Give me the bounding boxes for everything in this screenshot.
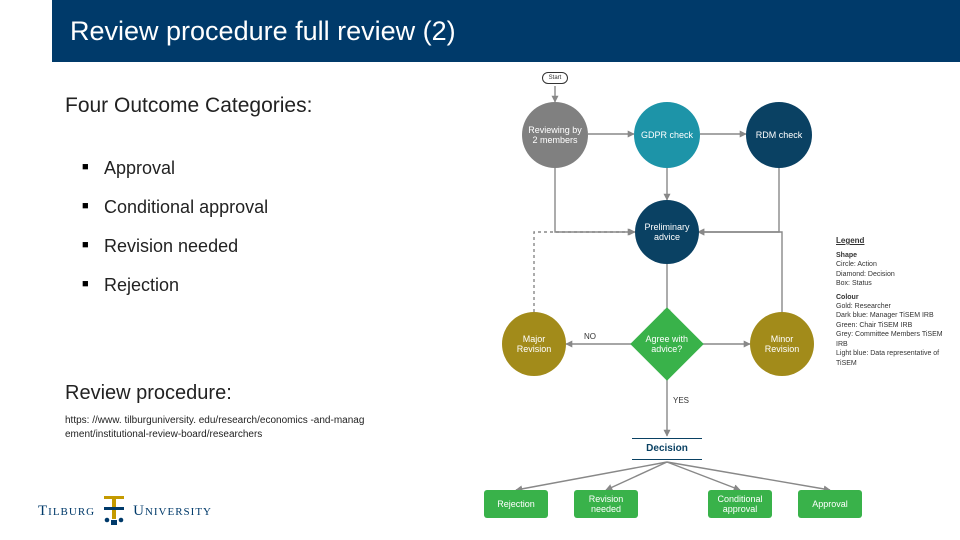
no-label: NO xyxy=(584,332,596,341)
outcome-revision: Revision needed xyxy=(574,490,638,518)
subtitle: Four Outcome Categories: xyxy=(65,94,312,118)
reviewing-node: Reviewing by 2 members xyxy=(522,102,588,168)
bullet-item: Revision needed xyxy=(82,236,268,257)
outcome-conditional: Conditional approval xyxy=(708,490,772,518)
outcome-approval: Approval xyxy=(798,490,862,518)
minor-revision-node: Minor Revision xyxy=(750,312,814,376)
yes-label: YES xyxy=(673,396,689,405)
decision-node: Decision xyxy=(632,438,702,460)
legend-shape-item: Diamond: Decision xyxy=(836,270,946,279)
legend-title: Legend xyxy=(836,236,946,247)
legend-colour-heading: Colour xyxy=(836,293,946,302)
logo-left-word: Tilburg xyxy=(38,503,95,520)
gdpr-node: GDPR check xyxy=(634,102,700,168)
slide-title: Review procedure full review (2) xyxy=(70,16,456,47)
logo-right-word: University xyxy=(133,503,212,520)
major-revision-node: Major Revision xyxy=(502,312,566,376)
title-bar: Review procedure full review (2) xyxy=(0,0,960,62)
agree-decision-node: Agree with advice? xyxy=(630,307,704,381)
university-logo: Tilburg University xyxy=(38,496,212,526)
slide: Review procedure full review (2) Four Ou… xyxy=(0,0,960,540)
bullet-list: Approval Conditional approval Revision n… xyxy=(82,158,268,314)
legend-shape-heading: Shape xyxy=(836,251,946,260)
legend-colour-item: Grey: Committee Members TiSEM IRB xyxy=(836,330,946,349)
crest-icon xyxy=(101,496,127,526)
legend-shape-item: Box: Status xyxy=(836,279,946,288)
bullet-item: Approval xyxy=(82,158,268,179)
legend-colour-item: Gold: Researcher xyxy=(836,302,946,311)
legend-colour-item: Dark blue: Manager TiSEM IRB xyxy=(836,311,946,320)
legend-shape-item: Circle: Action xyxy=(836,260,946,269)
rdm-node: RDM check xyxy=(746,102,812,168)
legend-colour-item: Green: Chair TiSEM IRB xyxy=(836,321,946,330)
bullet-item: Conditional approval xyxy=(82,197,268,218)
legend-colour-item: Light blue: Data representative of TiSEM xyxy=(836,349,946,368)
start-node: Start xyxy=(542,72,568,84)
legend: Legend Shape Circle: Action Diamond: Dec… xyxy=(836,236,946,368)
title-tab xyxy=(0,0,52,62)
outcome-rejection: Rejection xyxy=(484,490,548,518)
bullet-item: Rejection xyxy=(82,275,268,296)
prelim-node: Preliminary advice xyxy=(635,200,699,264)
review-procedure-url: https: //www. tilburguniversity. edu/res… xyxy=(65,414,365,441)
review-procedure-label: Review procedure: xyxy=(65,382,232,405)
flowchart: Start Reviewing by 2 members GDPR check … xyxy=(478,72,950,528)
